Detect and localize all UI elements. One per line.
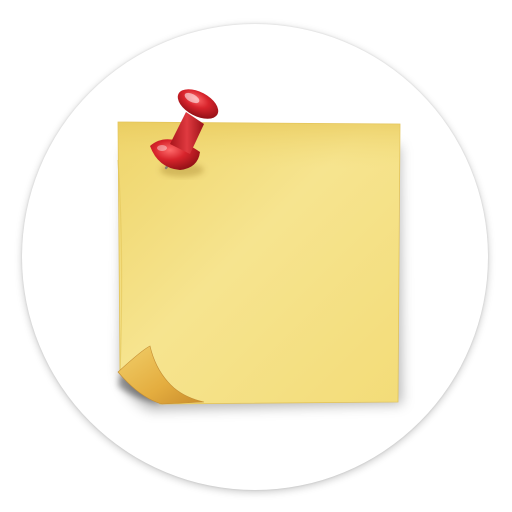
- sticky-note-icon: [117, 89, 402, 410]
- app-icon[interactable]: [0, 0, 512, 512]
- pushpin-head: [177, 89, 219, 119]
